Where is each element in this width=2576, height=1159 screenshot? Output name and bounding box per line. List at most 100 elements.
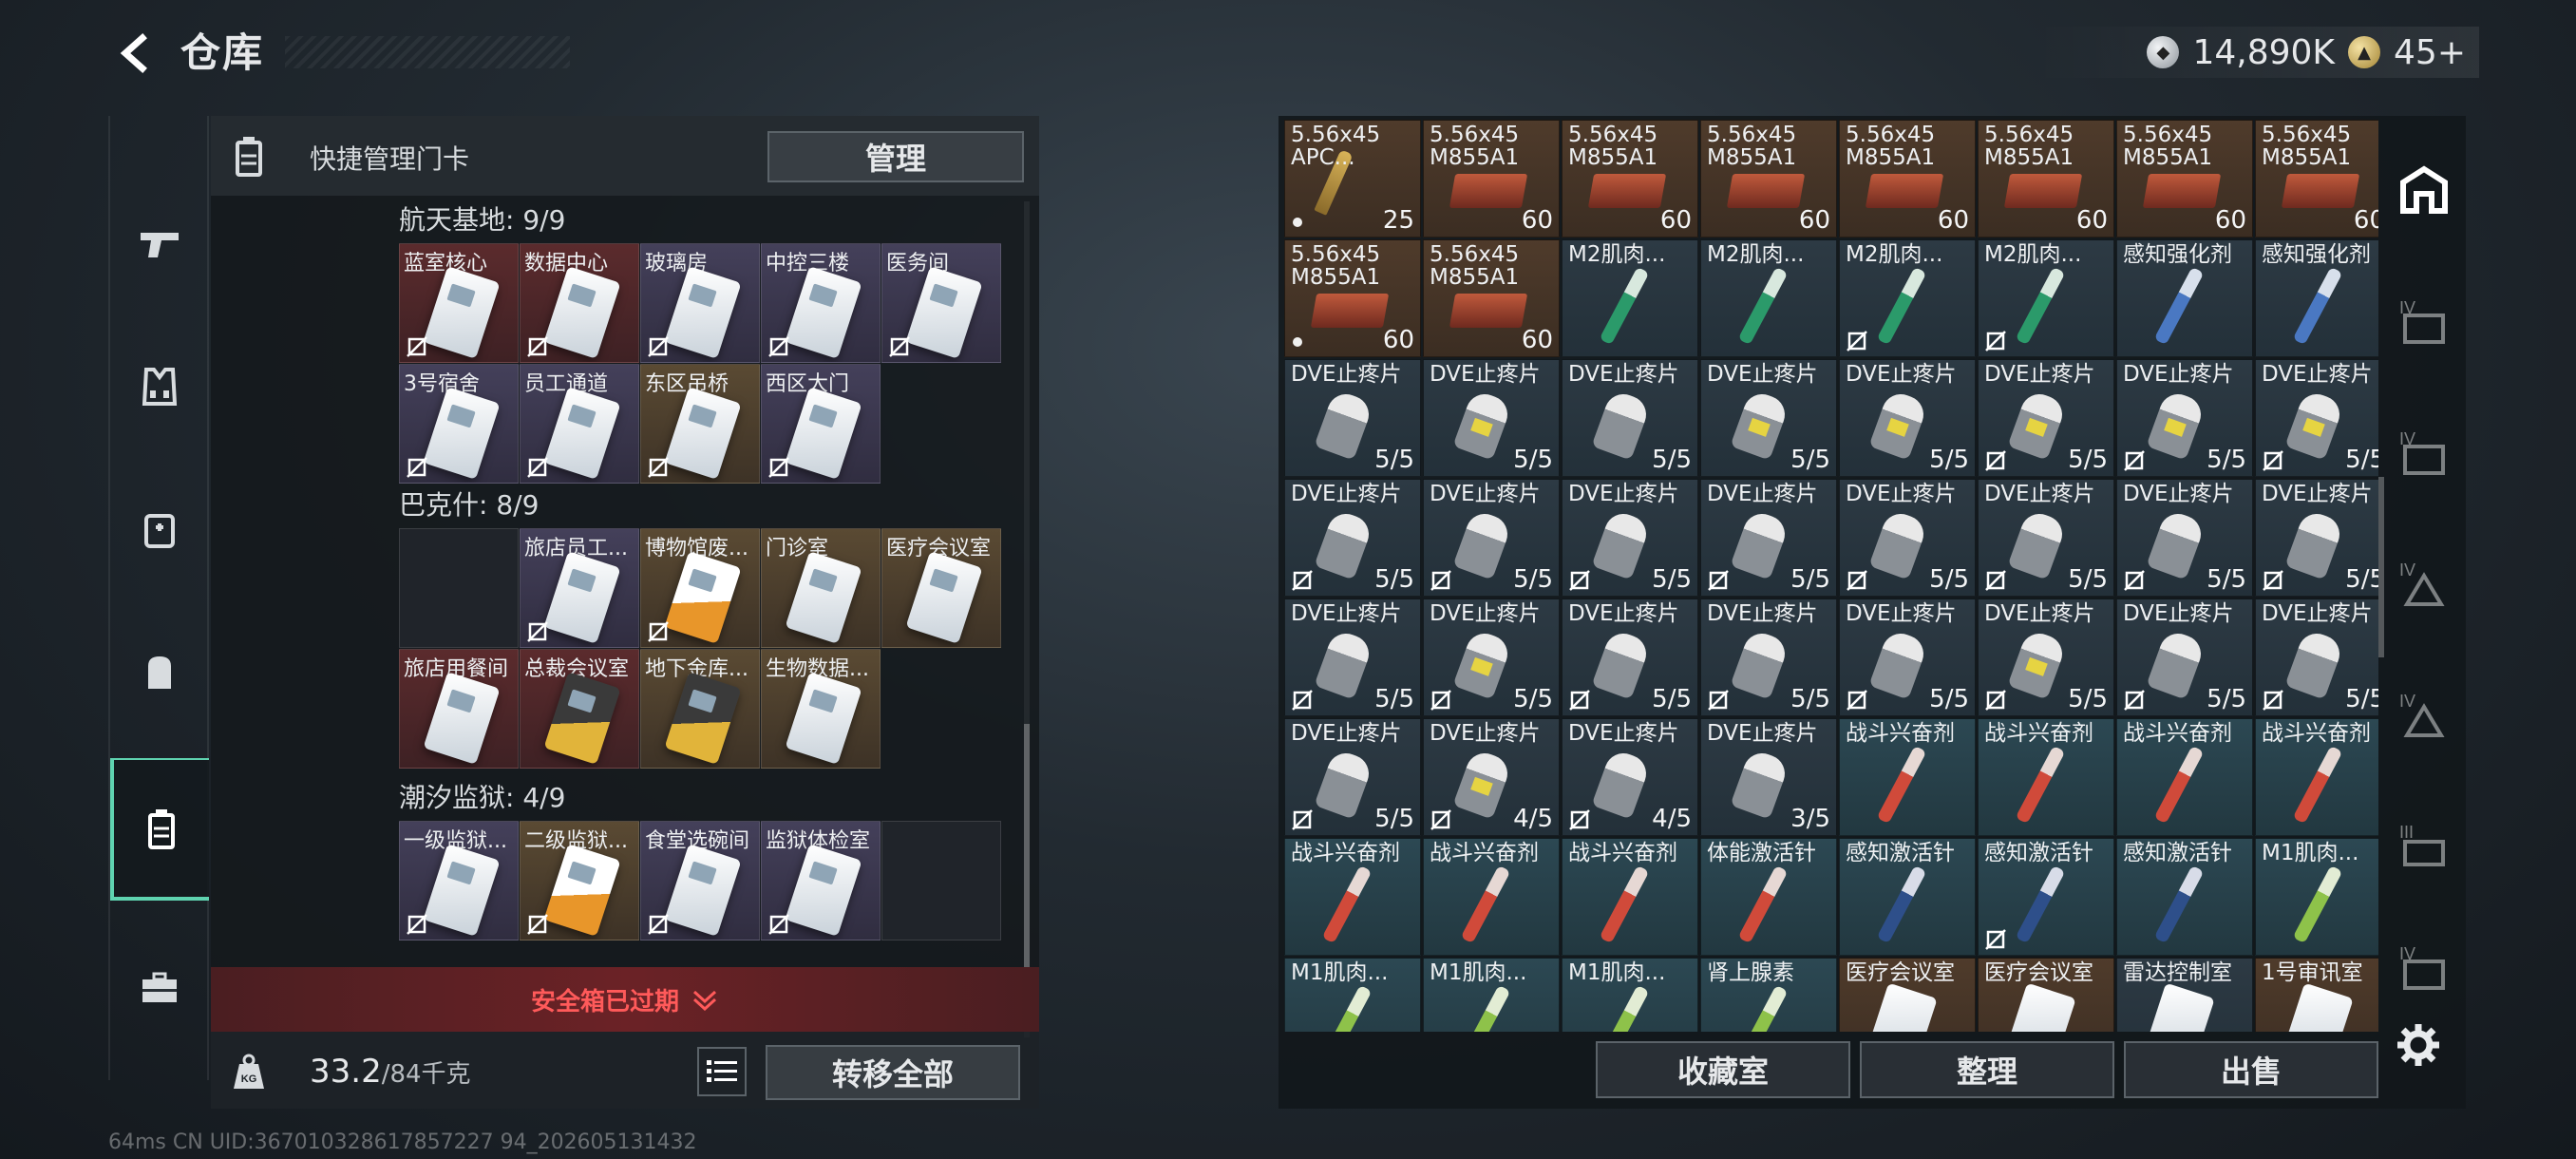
storage-tab-2[interactable]: IV bbox=[2390, 287, 2458, 355]
keycard-slot[interactable]: 玻璃房 bbox=[640, 243, 760, 363]
storage-item[interactable]: DVE止疼片 5/5 bbox=[1839, 359, 1976, 477]
safebox-expired-banner[interactable]: 安全箱已过期 bbox=[211, 967, 1039, 1032]
storage-item[interactable]: DVE止疼片 5/5 bbox=[1284, 479, 1421, 597]
storage-tab-5[interactable]: IV bbox=[2390, 680, 2458, 749]
storage-item[interactable]: 1号审讯室 bbox=[2255, 958, 2378, 1032]
keycard-slot[interactable]: 数据中心 bbox=[520, 243, 639, 363]
storage-item[interactable]: 感知强化剂 bbox=[2116, 239, 2253, 357]
tab-weapons[interactable] bbox=[110, 173, 209, 315]
storage-item[interactable]: DVE止疼片 4/5 bbox=[1423, 718, 1560, 836]
keycard-slot[interactable]: 3号宿舍 bbox=[399, 364, 519, 484]
keycard-slot[interactable]: 地下金库... bbox=[640, 649, 760, 769]
keycard-slot-empty[interactable] bbox=[399, 528, 519, 648]
storage-item[interactable]: DVE止疼片 5/5 bbox=[1562, 479, 1698, 597]
storage-item[interactable]: 战斗兴奋剂 bbox=[1978, 718, 2114, 836]
storage-tab-3[interactable]: IV bbox=[2390, 418, 2458, 486]
storage-item[interactable]: DVE止疼片 5/5 bbox=[2116, 359, 2253, 477]
storage-item[interactable]: 5.56x45M855A1 60 bbox=[1700, 120, 1837, 238]
keycard-slot[interactable]: 门诊室 bbox=[761, 528, 881, 648]
storage-item[interactable]: 5.56x45 APC... 25 bbox=[1284, 120, 1421, 238]
tab-backpack[interactable] bbox=[110, 600, 209, 743]
storage-item[interactable]: DVE止疼片 5/5 bbox=[1839, 598, 1976, 716]
storage-item[interactable]: 战斗兴奋剂 bbox=[1839, 718, 1976, 836]
storage-item[interactable]: 感知激活针 bbox=[1839, 838, 1976, 956]
back-button[interactable] bbox=[106, 25, 163, 82]
keycard-slot[interactable]: 员工通道 bbox=[520, 364, 639, 484]
storage-item[interactable]: DVE止疼片 4/5 bbox=[1562, 718, 1698, 836]
storage-tab-home[interactable] bbox=[2390, 156, 2458, 224]
keycard-slot[interactable]: 旅店员工... bbox=[520, 528, 639, 648]
collection-room-button[interactable]: 收藏室 bbox=[1596, 1041, 1850, 1098]
storage-item[interactable]: 医疗会议室 bbox=[1839, 958, 1976, 1032]
storage-item[interactable]: 战斗兴奋剂 bbox=[2255, 718, 2378, 836]
storage-item[interactable]: DVE止疼片 5/5 bbox=[1423, 359, 1560, 477]
keycard-slot[interactable]: 生物数据... bbox=[761, 649, 881, 769]
transfer-all-button[interactable]: 转移全部 bbox=[766, 1045, 1020, 1100]
storage-item[interactable]: DVE止疼片 5/5 bbox=[2255, 479, 2378, 597]
list-view-button[interactable] bbox=[697, 1047, 747, 1096]
settings-button[interactable] bbox=[2390, 1016, 2447, 1074]
storage-item[interactable]: DVE止疼片 5/5 bbox=[1562, 359, 1698, 477]
storage-item[interactable]: 5.56x45M855A1 60 bbox=[1562, 120, 1698, 238]
storage-item[interactable]: 5.56x45M855A1 60 bbox=[1423, 239, 1560, 357]
storage-item[interactable]: DVE止疼片 5/5 bbox=[1284, 359, 1421, 477]
storage-item[interactable]: DVE止疼片 5/5 bbox=[1284, 718, 1421, 836]
storage-item[interactable]: 体能激活针 bbox=[1700, 838, 1837, 956]
storage-item[interactable]: 雷达控制室 bbox=[2116, 958, 2253, 1032]
storage-item[interactable]: 感知强化剂 bbox=[2255, 239, 2378, 357]
storage-tab-7[interactable]: IV bbox=[2390, 933, 2458, 1001]
storage-item[interactable]: M2肌肉... bbox=[1839, 239, 1976, 357]
keycard-slot[interactable]: 西区大门 bbox=[761, 364, 881, 484]
storage-item[interactable]: DVE止疼片 5/5 bbox=[1423, 479, 1560, 597]
keycard-slot[interactable]: 医务间 bbox=[881, 243, 1001, 363]
manage-button[interactable]: 管理 bbox=[767, 131, 1024, 182]
storage-item[interactable]: 5.56x45M855A1 60 bbox=[1423, 120, 1560, 238]
storage-item[interactable]: 感知激活针 bbox=[1978, 838, 2114, 956]
keycard-slot[interactable]: 总裁会议室 bbox=[520, 649, 639, 769]
sell-button[interactable]: 出售 bbox=[2124, 1041, 2378, 1098]
storage-item[interactable]: M1肌肉... bbox=[1284, 958, 1421, 1032]
storage-item[interactable]: 5.56x45M855A1 60 bbox=[1284, 239, 1421, 357]
storage-item[interactable]: DVE止疼片 5/5 bbox=[1839, 479, 1976, 597]
storage-item[interactable]: DVE止疼片 5/5 bbox=[1978, 598, 2114, 716]
storage-item[interactable]: 肾上腺素 bbox=[1700, 958, 1837, 1032]
storage-item[interactable]: DVE止疼片 5/5 bbox=[2116, 479, 2253, 597]
tab-keycards[interactable] bbox=[110, 758, 209, 901]
storage-tab-4[interactable]: IV bbox=[2390, 549, 2458, 618]
storage-item[interactable]: M1肌肉... bbox=[1562, 958, 1698, 1032]
storage-item[interactable]: DVE止疼片 5/5 bbox=[1700, 359, 1837, 477]
currency-2-value[interactable]: 45+ bbox=[2394, 33, 2466, 72]
storage-item[interactable]: DVE止疼片 5/5 bbox=[1284, 598, 1421, 716]
storage-item[interactable]: 5.56x45M855A1 60 bbox=[1978, 120, 2114, 238]
storage-item[interactable]: DVE止疼片 5/5 bbox=[1423, 598, 1560, 716]
keycard-slot[interactable]: 蓝室核心 bbox=[399, 243, 519, 363]
storage-item[interactable]: M2肌肉... bbox=[1562, 239, 1698, 357]
tab-toolbox[interactable] bbox=[110, 916, 209, 1058]
storage-item[interactable]: 战斗兴奋剂 bbox=[1423, 838, 1560, 956]
storage-item[interactable]: 战斗兴奋剂 bbox=[1562, 838, 1698, 956]
organize-button[interactable]: 整理 bbox=[1860, 1041, 2114, 1098]
storage-item[interactable]: DVE止疼片 5/5 bbox=[1700, 479, 1837, 597]
keycard-slot[interactable]: 二级监狱... bbox=[520, 821, 639, 940]
tab-backpack-medical[interactable] bbox=[110, 458, 209, 600]
storage-item[interactable]: 感知激活针 bbox=[2116, 838, 2253, 956]
keycard-slot[interactable]: 监狱体检室 bbox=[761, 821, 881, 940]
storage-item[interactable]: M2肌肉... bbox=[1978, 239, 2114, 357]
storage-item[interactable]: 医疗会议室 bbox=[1978, 958, 2114, 1032]
storage-item[interactable]: DVE止疼片 5/5 bbox=[2255, 598, 2378, 716]
keycard-slot[interactable]: 医疗会议室 bbox=[881, 528, 1001, 648]
keycard-slot[interactable]: 食堂选碗间 bbox=[640, 821, 760, 940]
storage-item[interactable]: 5.56x45M855A1 60 bbox=[2116, 120, 2253, 238]
storage-item[interactable]: DVE止疼片 5/5 bbox=[1978, 359, 2114, 477]
storage-item[interactable]: DVE止疼片 3/5 bbox=[1700, 718, 1837, 836]
storage-item[interactable]: DVE止疼片 5/5 bbox=[2116, 598, 2253, 716]
keycard-slot[interactable]: 旅店用餐间 bbox=[399, 649, 519, 769]
storage-item[interactable]: 5.56x45M855A1 60 bbox=[1839, 120, 1976, 238]
keycard-slot-empty[interactable] bbox=[881, 821, 1001, 940]
keycard-slot[interactable]: 东区吊桥 bbox=[640, 364, 760, 484]
storage-item[interactable]: DVE止疼片 5/5 bbox=[1978, 479, 2114, 597]
storage-item[interactable]: M1肌肉... bbox=[2255, 838, 2378, 956]
storage-item[interactable]: 战斗兴奋剂 bbox=[2116, 718, 2253, 836]
keycard-slot[interactable]: 一级监狱... bbox=[399, 821, 519, 940]
keycard-slot[interactable]: 博物馆废... bbox=[640, 528, 760, 648]
